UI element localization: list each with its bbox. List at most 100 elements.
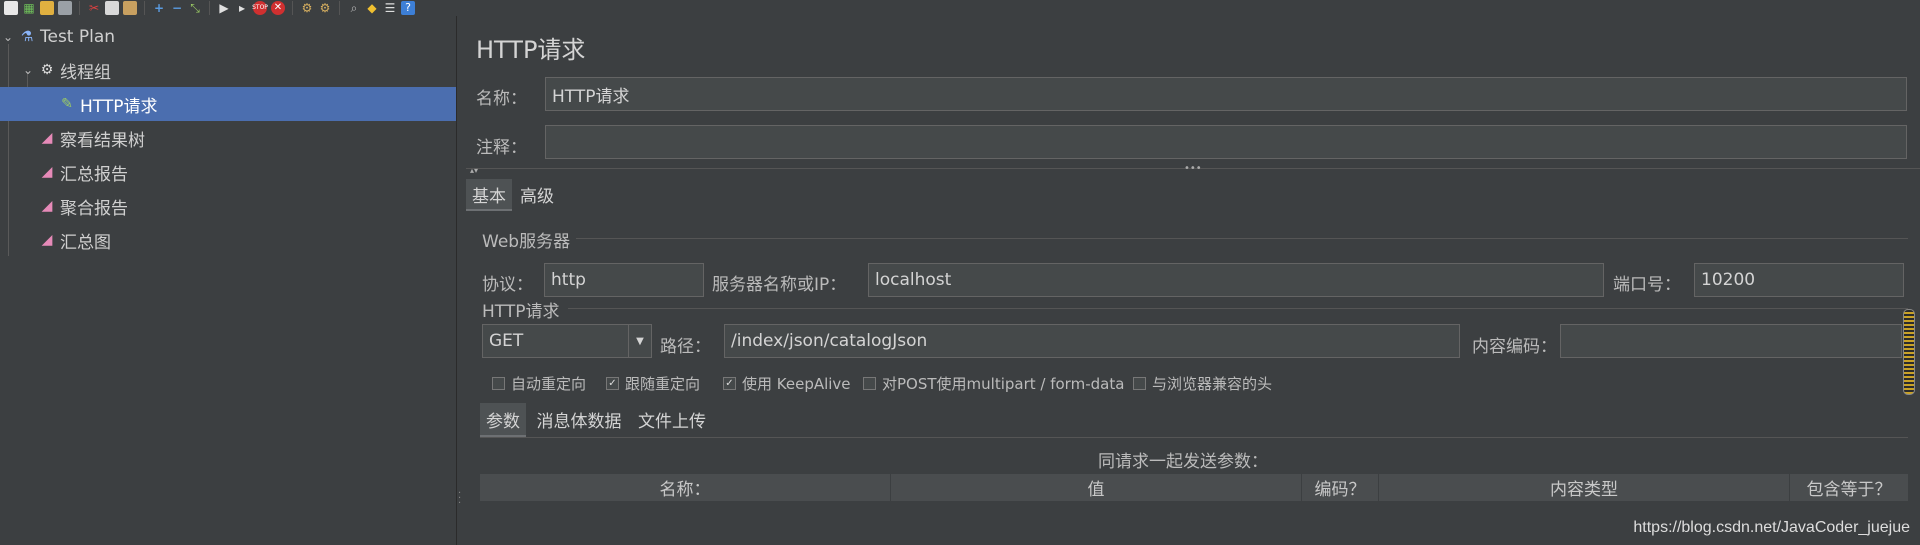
chart-icon: ◢ [41,130,53,146]
pencil-icon: ✎ [61,96,73,112]
checkmark-icon[interactable]: ✓ [723,377,736,390]
tree-item-label: 线程组 [60,62,111,83]
tree-item-label: Test Plan [40,27,116,47]
method-value: GET [489,331,524,351]
path-field[interactable]: /index/json/catalogJson [724,324,1460,358]
resize-handle-icon[interactable]: ••• [1184,163,1202,174]
tree-item-summary-report[interactable]: ◢ 汇总报告 [0,155,456,189]
http-request-section-title: HTTP请求 [482,302,560,322]
column-header-encode[interactable]: 编码？ [1302,474,1379,501]
section-divider [568,308,1908,309]
copy-icon[interactable] [105,1,119,15]
protocol-field[interactable]: http [544,263,704,297]
cut-icon[interactable]: ✂ [87,1,101,15]
checkmark-icon[interactable]: ✓ [606,377,619,390]
toolbar-separator [79,1,80,15]
tree-item-http-request[interactable]: ✎ HTTP请求 [0,87,456,121]
collapse-arrows-icon[interactable]: ▴▾ [470,166,478,175]
toolbar-separator [339,1,340,15]
function-helper-icon[interactable]: ☰ [383,1,397,15]
server-label: 服务器名称或IP： [712,275,847,295]
browser-headers-checkbox[interactable]: 与浏览器兼容的头 [1133,373,1272,394]
templates-icon[interactable]: ▦ [22,1,36,15]
path-label: 路径： [660,337,711,357]
comment-field[interactable] [545,125,1907,159]
chart-icon: ◢ [41,198,53,214]
checkbox-box[interactable] [1133,377,1146,390]
comment-label: 注释： [476,138,527,158]
column-header-content-type[interactable]: 内容类型 [1379,474,1790,501]
tab-parameters[interactable]: 参数 [480,403,526,437]
chevron-down-icon[interactable]: ▼ [628,325,651,357]
column-header-value[interactable]: 值 [891,474,1302,501]
tree-item-label: 汇总报告 [60,164,128,185]
search-icon[interactable]: ⌕ [347,1,361,15]
toolbar-separator [144,1,145,15]
protocol-label: 协议： [482,275,533,295]
multipart-checkbox[interactable]: 对POST使用multipart / form-data [863,373,1124,394]
toolbar: ▦ ✂ + − ⤡ ▶ ▸ STOP ✕ ⚙ ⚙ ⌕ ◆ ☰ ? [0,0,1920,16]
name-label: 名称： [476,89,527,109]
chart-icon: ◢ [41,164,53,180]
new-icon[interactable] [4,1,18,15]
collapse-icon[interactable]: − [170,1,184,15]
checkbox-label: 跟随重定向 [625,375,701,393]
tree-item-label: 聚合报告 [60,198,128,219]
keepalive-checkbox[interactable]: ✓ 使用 KeepAlive [723,373,851,394]
tree-item-summary-graph[interactable]: ◢ 汇总图 [0,223,456,257]
clear-all-icon[interactable]: ⚙ [318,1,332,15]
section-divider [576,238,1908,239]
tree-item-test-plan[interactable]: ⌄ ⚗ Test Plan [0,20,456,54]
tree-item-label: 汇总图 [60,232,111,253]
auto-redirect-checkbox[interactable]: 自动重定向 [492,373,586,394]
checkbox-box[interactable] [863,377,876,390]
toggle-icon[interactable]: ⤡ [188,1,202,15]
tab-files-upload[interactable]: 文件上传 [632,403,712,435]
toolbar-separator [292,1,293,15]
port-label: 端口号： [1613,275,1681,295]
column-header-include-equals[interactable]: 包含等于？ [1790,474,1909,501]
tree-item-view-results-tree[interactable]: ◢ 察看结果树 [0,121,456,155]
divider [480,437,1908,438]
checkbox-label: 对POST使用multipart / form-data [882,375,1125,393]
start-no-pause-icon[interactable]: ▸ [235,1,249,15]
follow-redirects-checkbox[interactable]: ✓ 跟随重定向 [606,373,700,394]
checkbox-box[interactable] [492,377,505,390]
http-request-panel: HTTP请求 名称： HTTP请求 注释： ▴▾ ••• 基本 高级 Web服务… [466,16,1920,545]
drag-handle-icon[interactable]: · · · [458,489,461,509]
checkbox-label: 自动重定向 [511,375,587,393]
encoding-field[interactable] [1560,324,1902,358]
encoding-label: 内容编码： [1472,337,1557,357]
tree-item-label: HTTP请求 [80,96,158,117]
split-pane-divider[interactable]: · · · [457,16,465,545]
tab-advanced[interactable]: 高级 [514,179,560,209]
stop-icon[interactable]: STOP [252,1,268,15]
method-select[interactable]: GET ▼ [482,324,652,358]
tree-item-thread-group[interactable]: ⌄ ⚙ 线程组 [0,53,456,87]
tab-basic[interactable]: 基本 [466,179,512,211]
save-icon[interactable] [58,1,72,15]
chevron-down-icon[interactable]: ⌄ [22,63,34,77]
help-icon[interactable]: ? [401,1,415,15]
paste-icon[interactable] [123,1,137,15]
page-title: HTTP请求 [476,36,586,64]
chevron-down-icon[interactable]: ⌄ [2,30,14,44]
clear-icon[interactable]: ⚙ [300,1,314,15]
params-caption: 同请求一起发送参数： [1098,452,1268,472]
scrollbar[interactable] [1903,309,1915,395]
start-icon[interactable]: ▶ [217,1,231,15]
server-field[interactable]: localhost [868,263,1604,297]
test-plan-tree: ⌄ ⚗ Test Plan ⌄ ⚙ 线程组 ✎ HTTP请求 ◢ 察看结果树 ◢… [0,16,457,545]
tree-item-label: 察看结果树 [60,130,145,151]
reset-search-icon[interactable]: ◆ [365,1,379,15]
chart-icon: ◢ [41,232,53,248]
name-field[interactable]: HTTP请求 [545,77,1907,111]
expand-icon[interactable]: + [152,1,166,15]
tab-body-data[interactable]: 消息体数据 [530,403,628,435]
open-icon[interactable] [40,1,54,15]
tree-item-aggregate-report[interactable]: ◢ 聚合报告 [0,189,456,223]
port-field[interactable]: 10200 [1694,263,1904,297]
column-header-name[interactable]: 名称： [480,474,891,501]
checkbox-label: 与浏览器兼容的头 [1152,375,1273,393]
shutdown-icon[interactable]: ✕ [271,1,285,15]
